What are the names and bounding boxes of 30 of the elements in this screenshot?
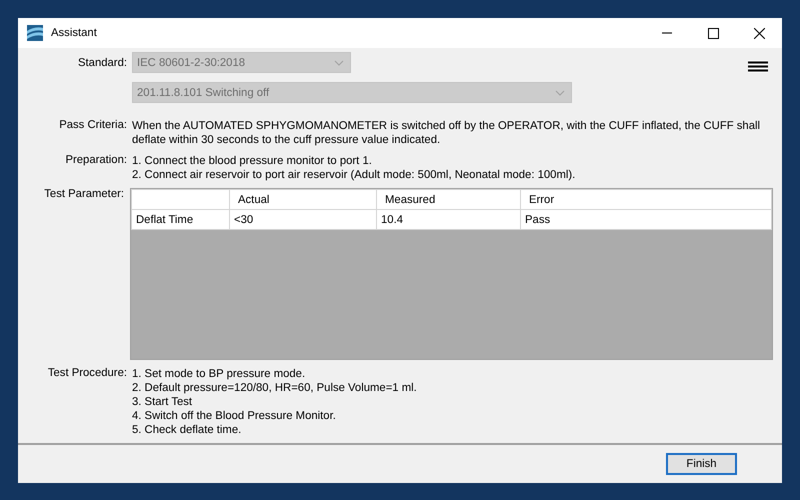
- minimize-icon[interactable]: [662, 32, 672, 34]
- procedure-step: 1. Set mode to BP pressure mode.: [132, 367, 417, 381]
- maximize-icon[interactable]: [708, 28, 718, 38]
- column-header: Error: [520, 190, 772, 210]
- procedure-step: 4. Switch off the Blood Pressure Monitor.: [132, 409, 417, 423]
- field-label: Pass Criteria:: [58, 119, 128, 133]
- field-label: Test Parameter:: [43, 188, 125, 202]
- caret-icon: [555, 90, 565, 96]
- table-cell: Pass: [520, 210, 772, 230]
- procedure-step: 2. Default pressure=120/80, HR=60, Pulse Volume=1 ml.: [132, 381, 417, 395]
- column-header: Actual: [230, 190, 376, 210]
- close-icon[interactable]: [754, 28, 764, 38]
- finish-button[interactable]: Finish: [666, 453, 737, 475]
- app-logo-icon: [27, 25, 43, 41]
- criteria-text-line: deflate within 30 seconds to the cuff pressure value indicated.: [132, 133, 442, 147]
- preparation-step: 1. Connect the blood pressure monitor to port 1.: [132, 154, 576, 168]
- procedure-step: 5. Check deflate time.: [132, 423, 417, 437]
- field-label: Preparation:: [64, 154, 128, 168]
- window-title: Assistant: [51, 27, 98, 39]
- table-cell: 10.4: [376, 210, 520, 230]
- criteria-text-line: When the AUTOMATED SPHYGMOMANOMETER is switched off by the OPERATOR, with the CUFF inflated, the CUFF shall: [132, 119, 760, 133]
- procedure-step: 3. Start Test: [132, 395, 417, 409]
- column-header: Measured: [376, 190, 520, 210]
- table-cell: Deflat Time: [132, 210, 230, 230]
- table-cell: <30: [230, 210, 376, 230]
- field-label: Standard:: [77, 56, 128, 68]
- caret-icon: [334, 60, 344, 66]
- preparation-step: 2. Connect air reservoir to port air reservoir (Adult mode: 500ml, Neonatal mode: 100ml).: [132, 168, 576, 182]
- field-label: Test Procedure:: [46, 367, 128, 381]
- menu-icon[interactable]: [748, 61, 768, 72]
